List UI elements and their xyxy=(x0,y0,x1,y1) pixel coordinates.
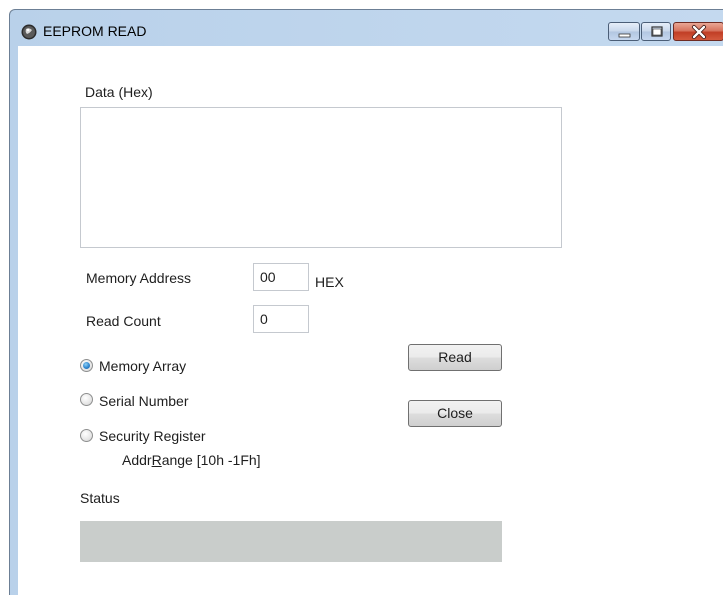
maximize-button[interactable] xyxy=(641,22,671,41)
title-bar[interactable]: EEPROM READ xyxy=(10,10,723,46)
maximize-icon xyxy=(651,26,663,37)
memory-array-radio[interactable] xyxy=(80,359,93,372)
memory-address-label: Memory Address xyxy=(86,270,192,286)
read-count-label: Read Count xyxy=(86,313,161,329)
memory-array-label[interactable]: Memory Array xyxy=(99,358,186,374)
memory-address-input[interactable]: 00 xyxy=(253,263,309,291)
close-button[interactable]: Close xyxy=(408,400,502,427)
close-icon xyxy=(692,25,706,39)
security-register-label[interactable]: Security Register xyxy=(99,428,206,444)
status-bar xyxy=(80,521,502,562)
serial-number-label[interactable]: Serial Number xyxy=(99,393,188,409)
data-hex-label: Data (Hex) xyxy=(85,84,153,100)
serial-number-radio[interactable] xyxy=(80,393,93,406)
app-icon[interactable] xyxy=(21,24,37,40)
read-button[interactable]: Read xyxy=(408,344,502,371)
minimize-icon xyxy=(618,33,631,38)
hex-unit-label: HEX xyxy=(315,274,344,290)
addr-range-mnemonic: R xyxy=(151,452,162,468)
minimize-button[interactable] xyxy=(608,22,640,41)
close-window-button[interactable] xyxy=(673,22,723,41)
security-register-radio[interactable] xyxy=(80,429,93,442)
data-hex-textarea[interactable] xyxy=(80,107,562,248)
dialog-client-area: Data (Hex) Memory Address 00 HEX Read Co… xyxy=(18,46,723,596)
read-count-input[interactable]: 0 xyxy=(253,305,309,333)
status-label: Status xyxy=(80,490,120,506)
window-title: EEPROM READ xyxy=(43,23,147,39)
eeprom-read-window: EEPROM READ Data (Hex) Memory Address 00… xyxy=(9,9,723,596)
addr-range-label: AddrRange [10h -1Fh] xyxy=(122,452,261,468)
